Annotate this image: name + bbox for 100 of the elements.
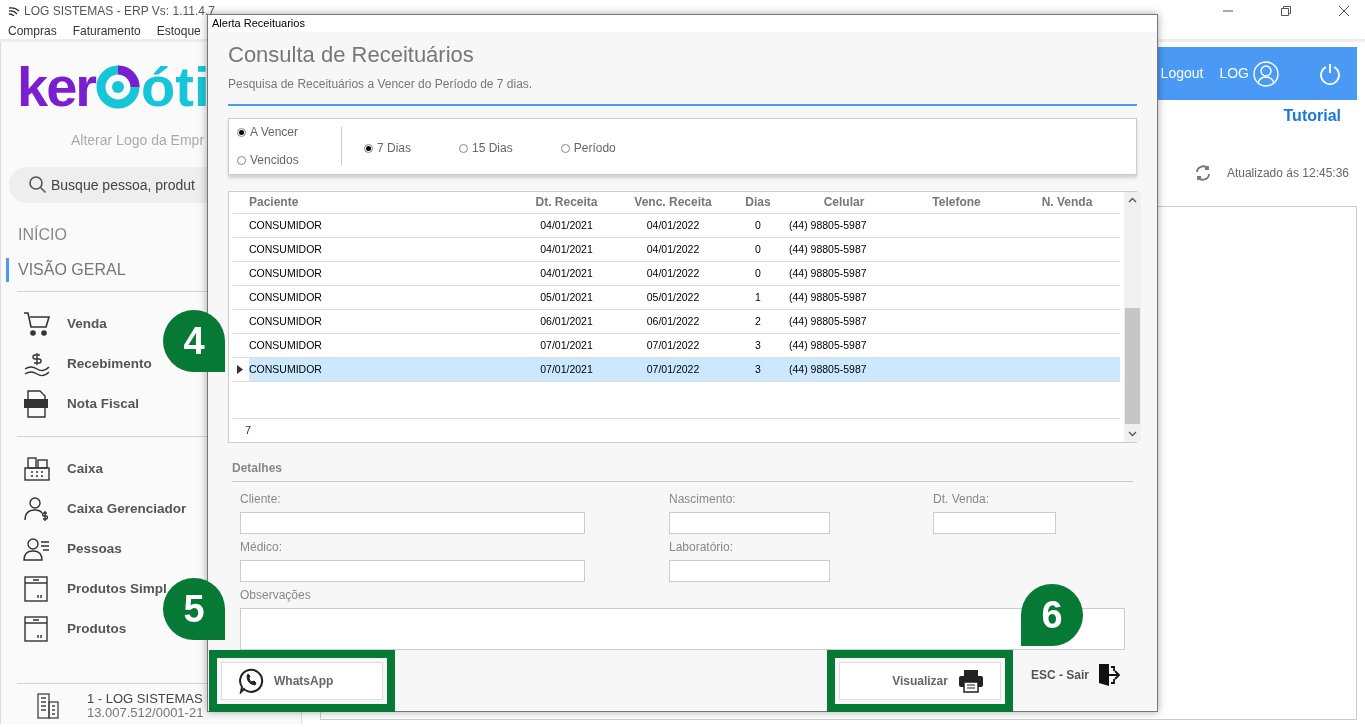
refresh-icon[interactable] [1194,165,1211,181]
sidebar-item[interactable]: Pessoas [67,538,122,560]
column-header[interactable]: Telefone [932,195,981,210]
dialog-heading: Consulta de Receituários [228,40,475,69]
close-icon[interactable] [1339,6,1349,16]
user-list-icon [23,536,51,562]
whatsapp-button[interactable]: WhatsApp [221,661,383,700]
table-cell: 3 [755,362,761,375]
field-label: Cliente: [240,490,282,508]
menu-item[interactable]: Compras [8,22,57,39]
sidebar-item[interactable]: Venda [67,313,107,335]
radio-button[interactable] [364,143,373,153]
nav-section[interactable]: INÍCIO [1,222,67,247]
restore-icon[interactable] [1281,6,1291,16]
user-money-icon [23,495,51,523]
table-cell: 0 [755,218,761,231]
user-name: LOG [1219,64,1249,83]
table-cell: 06/01/2021 [540,314,593,327]
table-row[interactable]: CONSUMIDOR 05/01/2021 05/01/2022 1 (44) 98805-5987 [233,285,1120,310]
logo-text: ker [17,59,96,115]
table-cell: 04/01/2021 [540,266,593,279]
table-cell: (44) 98805-5987 [789,362,867,375]
table-cell: CONSUMIDOR [249,338,322,351]
power-icon[interactable] [1319,62,1341,85]
last-updated-text: Atualizado ás 12:45:36 [1226,165,1349,182]
table-cell: CONSUMIDOR [249,314,322,327]
sidebar-item[interactable]: Recebimento [67,353,152,375]
table-cell: 05/01/2022 [646,290,700,303]
radio-label[interactable]: A Vencer [250,123,299,141]
table-cell: 3 [755,338,761,351]
table-row[interactable]: CONSUMIDOR 04/01/2021 04/01/2022 0 (44) 98805-5987 [233,237,1120,262]
column-header[interactable]: Dias [745,195,771,210]
column-header[interactable]: Venc. Receita [634,195,712,210]
input-field[interactable] [240,559,585,582]
table-cell: CONSUMIDOR [249,242,322,255]
box-icon [23,575,49,603]
radio-button[interactable] [237,127,246,137]
company-name: 1 - LOG SISTEMAS [87,692,204,707]
document-icon [23,390,49,418]
cart-icon [23,311,51,337]
money-hand-icon [23,351,51,377]
table-cell: 05/01/2021 [540,290,593,303]
table-cell: (44) 98805-5987 [789,218,867,231]
table-cell: CONSUMIDOR [249,266,322,279]
radio-label[interactable]: 7 Dias [377,139,411,157]
scrollbar[interactable] [1124,191,1141,442]
table-cell: 0 [755,242,761,255]
table-cell: 04/01/2022 [646,242,700,255]
company-id: 13.007.512/0001-21 [87,706,204,721]
section-title: Detalhes [232,460,283,475]
field-label: Observações [240,586,312,604]
radio-label[interactable]: Vencidos [250,151,299,169]
table-cell: 0 [755,266,761,279]
radio-button[interactable] [237,155,246,165]
table-row[interactable]: CONSUMIDOR 04/01/2021 04/01/2022 0 (44) 98805-5987 [233,261,1120,286]
dialog-title: Alerta Receituarios [212,16,305,31]
column-header[interactable]: N. Venda [1041,195,1093,210]
user-icon[interactable] [1253,60,1279,87]
chat-phone-icon [238,667,264,694]
table-row[interactable]: CONSUMIDOR 06/01/2021 06/01/2022 2 (44) 98805-5987 [233,309,1120,334]
table-cell: 2 [755,314,761,327]
table-cell: 06/01/2022 [646,314,700,327]
table-cell: (44) 98805-5987 [789,338,867,351]
input-field[interactable] [933,511,1056,534]
sidebar-item[interactable]: Caixa [67,458,104,480]
table-row[interactable]: CONSUMIDOR 07/01/2021 07/01/2022 3 (44) 98805-5987 [233,333,1120,358]
radio-button[interactable] [560,143,570,153]
table-cell: 04/01/2021 [540,242,593,255]
table-cell: 1 [755,290,761,303]
tutorial-link[interactable]: Tutorial [1283,107,1341,124]
table-row[interactable]: CONSUMIDOR 04/01/2021 04/01/2022 0 (44) 98805-5987 [233,213,1120,238]
sidebar-item[interactable]: Caixa Gerenciador [67,498,187,520]
nav-section[interactable]: VISÃO GERAL [6,257,126,282]
column-header[interactable]: Celular [823,195,865,210]
radio-button[interactable] [459,143,468,153]
radio-label[interactable]: Período [573,139,616,157]
menu-item[interactable]: Faturamento [72,22,141,39]
preview-button[interactable]: Visualizar [838,661,1001,700]
table-cell: (44) 98805-5987 [789,242,867,255]
column-header[interactable]: Dt. Receita [535,195,598,210]
table-cell: 07/01/2022 [646,338,700,351]
table-cell: (44) 98805-5987 [789,266,867,279]
exit-button[interactable]: ESC - Sair [1024,661,1127,688]
app-title: LOG SISTEMAS - ERP Vs: 1.11.4.7 [24,3,215,19]
table-cell: 07/01/2021 [540,338,593,351]
dialog-subtitle: Pesquisa de Receituários a Vencer do Período de 7 dias. [228,75,534,93]
field-label: Médico: [240,538,284,556]
radio-label[interactable]: 15 Dias [472,139,513,157]
table-cell: (44) 98805-5987 [789,290,867,303]
input-field[interactable] [669,511,830,534]
field-label: Laboratório: [669,538,735,556]
input-field[interactable] [669,559,830,582]
table-row[interactable]: CONSUMIDOR 07/01/2021 07/01/2022 3 (44) 98805-5987 [233,357,1120,382]
menu-item[interactable]: Estoque [156,22,201,39]
sidebar-item[interactable]: Produtos [67,618,127,640]
input-field[interactable] [240,511,585,534]
table-cell: 04/01/2021 [540,218,593,231]
printer-icon [957,668,984,693]
table-cell: CONSUMIDOR [249,290,322,303]
sidebar-item[interactable]: Nota Fiscal [67,393,140,415]
